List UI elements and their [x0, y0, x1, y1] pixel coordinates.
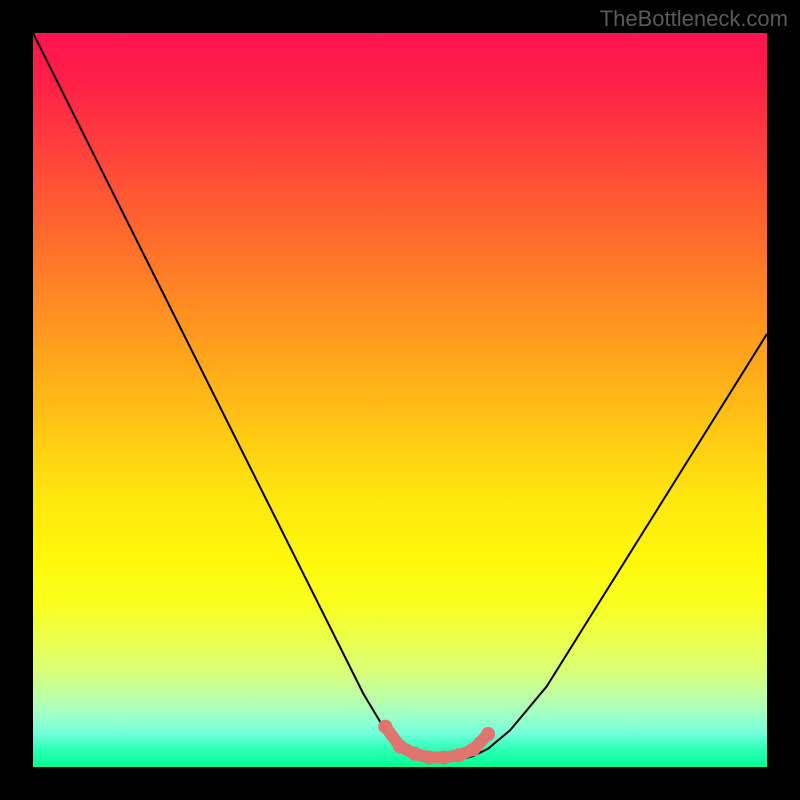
- bottleneck-curve: [33, 33, 767, 760]
- marker-dot: [408, 747, 422, 761]
- chart-plot-area: [33, 33, 767, 767]
- marker-dot: [393, 739, 407, 753]
- marker-dot: [452, 748, 466, 762]
- chart-curve-svg: [33, 33, 767, 767]
- marker-dot: [481, 727, 495, 741]
- watermark-text: TheBottleneck.com: [600, 6, 788, 32]
- marker-dot: [466, 742, 480, 756]
- marker-dot: [422, 751, 436, 765]
- marker-dot: [437, 751, 451, 765]
- optimal-range-markers: [378, 720, 495, 765]
- marker-dot: [378, 720, 392, 734]
